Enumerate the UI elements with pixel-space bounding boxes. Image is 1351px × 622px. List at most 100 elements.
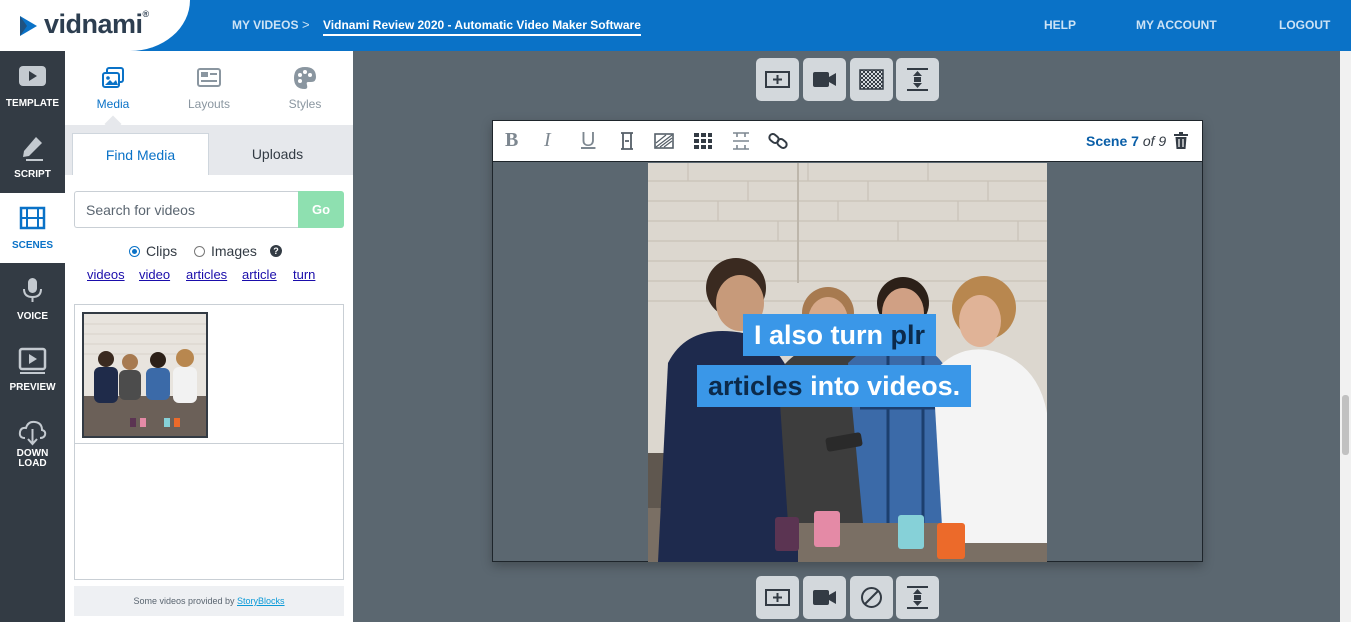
clip-thumbnail[interactable] <box>82 312 208 438</box>
scene-editor: B I U Scene 7 of 9 I also turn plr artic… <box>492 120 1203 562</box>
images-radio[interactable]: Images <box>194 243 257 259</box>
logout-link[interactable]: LOGOUT <box>1279 18 1330 32</box>
nav-preview[interactable]: PREVIEW <box>0 335 65 405</box>
fit-icon <box>907 586 928 609</box>
text-resize-icon <box>621 132 633 150</box>
breadcrumb-my-videos[interactable]: MY VIDEOS <box>232 18 298 32</box>
nav-template[interactable]: TEMPLATE <box>0 51 65 121</box>
tab-styles-label: Styles <box>288 97 322 111</box>
logo[interactable]: vidnami® <box>0 0 190 51</box>
bold-button[interactable]: B <box>505 129 518 152</box>
video-button[interactable] <box>803 576 846 619</box>
logo-text: vidnami® <box>44 9 149 39</box>
caption-line-2[interactable]: articles into videos. <box>697 365 972 407</box>
add-scene-button[interactable] <box>756 58 799 101</box>
italic-button[interactable]: I <box>544 129 551 152</box>
delete-scene-button[interactable] <box>1173 132 1189 155</box>
tab-styles[interactable]: Styles <box>257 51 353 125</box>
image-pattern-icon <box>654 133 674 149</box>
nav-download-label: DOWN LOAD <box>16 448 49 469</box>
storyblocks-credit: Some videos provided by StoryBlocks <box>74 586 344 616</box>
tab-find-media[interactable]: Find Media <box>72 133 209 175</box>
grid-icon <box>694 133 712 149</box>
no-entry-icon <box>861 587 882 608</box>
tab-media-label: Media <box>96 97 130 111</box>
scene-counter: Scene 7 of 9 <box>1086 133 1167 149</box>
add-scene-icon <box>765 589 790 606</box>
nav-template-label: TEMPLATE <box>5 98 60 109</box>
media-subtabs: Find Media Uploads <box>65 125 353 175</box>
search-input[interactable] <box>74 191 299 228</box>
storyblocks-link[interactable]: StoryBlocks <box>237 596 285 606</box>
text-resize-button[interactable] <box>619 131 635 151</box>
tag-link[interactable]: turn <box>293 267 315 282</box>
scene-video-frame <box>648 163 1047 562</box>
fit-icon <box>907 68 928 91</box>
vertical-align-button[interactable] <box>731 131 751 151</box>
play-icon <box>19 66 46 86</box>
scrollbar-thumb[interactable] <box>1342 395 1349 455</box>
help-icon[interactable]: ? <box>270 245 282 257</box>
video-button[interactable] <box>803 58 846 101</box>
media-panel: Media Layouts Styles Find Media Uploads … <box>65 51 353 622</box>
image-background-button[interactable] <box>654 131 674 151</box>
vertical-align-icon <box>733 132 749 150</box>
video-camera-icon <box>813 72 836 87</box>
tab-media[interactable]: Media <box>65 51 161 133</box>
pencil-icon <box>23 137 43 161</box>
tab-layouts-label: Layouts <box>187 97 231 111</box>
my-account-link[interactable]: MY ACCOUNT <box>1136 18 1217 32</box>
caption-line-1[interactable]: I also turn plr <box>743 314 937 356</box>
tag-link[interactable]: article <box>242 267 277 282</box>
media-icon <box>102 67 124 88</box>
underline-button[interactable]: U <box>581 129 595 152</box>
video-camera-icon <box>813 590 836 605</box>
results-divider <box>75 443 343 444</box>
download-icon <box>18 420 47 446</box>
video-title[interactable]: Vidnami Review 2020 - Automatic Video Ma… <box>323 18 641 36</box>
tag-link[interactable]: videos <box>87 267 125 282</box>
add-scene-icon <box>765 71 790 88</box>
help-link[interactable]: HELP <box>1044 18 1076 32</box>
format-toolbar: B I U Scene 7 of 9 <box>493 121 1202 162</box>
tab-layouts[interactable]: Layouts <box>161 51 257 125</box>
fit-button[interactable] <box>896 576 939 619</box>
fit-button[interactable] <box>896 58 939 101</box>
nav-script-label: SCRIPT <box>14 169 51 180</box>
media-results <box>74 304 344 580</box>
nav-script[interactable]: SCRIPT <box>0 122 65 192</box>
nav-scenes[interactable]: SCENES <box>0 193 65 263</box>
transparency-button[interactable] <box>850 58 893 101</box>
add-scene-button[interactable] <box>756 576 799 619</box>
nav-voice-label: VOICE <box>16 311 49 322</box>
top-bar: vidnami® MY VIDEOS > Vidnami Review 2020… <box>0 0 1351 51</box>
trash-icon <box>1174 132 1188 149</box>
link-button[interactable] <box>768 131 788 151</box>
preview-icon <box>18 347 47 374</box>
clip-thumbnail-image <box>84 314 206 436</box>
microphone-icon <box>23 278 42 302</box>
no-background-button[interactable] <box>850 576 893 619</box>
nav-scenes-label: SCENES <box>11 240 54 251</box>
nav-preview-label: PREVIEW <box>9 382 56 393</box>
film-icon <box>19 206 46 230</box>
nav-voice[interactable]: VOICE <box>0 264 65 334</box>
link-icon <box>768 133 788 149</box>
layouts-icon <box>197 68 221 87</box>
clips-radio[interactable]: Clips <box>129 243 177 259</box>
transparency-icon <box>859 69 884 90</box>
tag-link[interactable]: video <box>139 267 170 282</box>
go-button[interactable]: Go <box>298 191 344 228</box>
breadcrumb-separator: > <box>302 17 310 32</box>
tab-uploads[interactable]: Uploads <box>209 133 346 175</box>
scene-preview[interactable]: I also turn plr articles into videos. <box>648 163 1047 562</box>
nav-download[interactable]: DOWN LOAD <box>0 406 65 486</box>
grid-layout-button[interactable] <box>693 131 713 151</box>
clips-radio-indicator[interactable] <box>129 246 140 257</box>
left-nav-rail: TEMPLATE SCRIPT SCENES VOICE PREVIEW DOW… <box>0 51 65 622</box>
vidnami-logo-icon <box>20 16 37 36</box>
tag-link[interactable]: articles <box>186 267 227 282</box>
page-scrollbar[interactable] <box>1340 51 1351 622</box>
images-radio-indicator[interactable] <box>194 246 205 257</box>
palette-icon <box>294 67 316 89</box>
